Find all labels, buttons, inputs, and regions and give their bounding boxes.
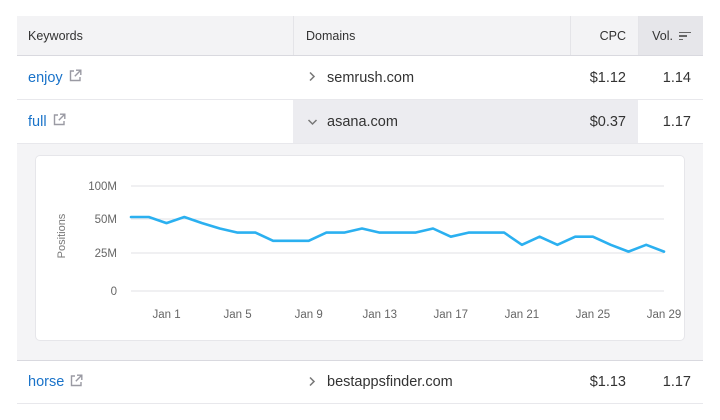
external-link-icon[interactable] (53, 113, 66, 130)
x-tick-label: Jan 17 (434, 309, 469, 321)
y-tick-label: 100M (88, 181, 117, 193)
cpc-value: $1.13 (589, 374, 626, 390)
header-vol-label: Vol. (652, 28, 673, 43)
keyword-link[interactable]: horse (28, 374, 64, 390)
cpc-cell: $1.12 (570, 56, 638, 99)
x-tick-label: Jan 13 (362, 309, 397, 321)
external-link-icon[interactable] (69, 69, 82, 86)
x-tick-label: Jan 21 (505, 309, 540, 321)
table-header: Keywords Domains CPC Vol. (17, 16, 703, 56)
y-tick-label: 25M (95, 248, 117, 260)
chevron-right-icon[interactable] (305, 375, 319, 390)
domain-cell[interactable]: bestappsfinder.com (293, 361, 570, 403)
keyword-link[interactable]: enjoy (28, 70, 63, 86)
x-tick-label: Jan 1 (152, 309, 180, 321)
domain-text: bestappsfinder.com (327, 374, 453, 390)
x-tick-label: Jan 9 (295, 309, 323, 321)
vol-cell: 1.17 (638, 361, 703, 403)
series-line (129, 215, 666, 253)
cpc-value: $1.12 (589, 69, 626, 86)
external-link-icon[interactable] (70, 374, 83, 391)
keyword-cell: enjoy (17, 56, 293, 99)
expanded-panel: 100M 50M 25M 0 Positions Jan 1 Jan 5 Jan 9 Jan 1… (17, 144, 703, 360)
table-row: horse bestappsfinder.com $1.13 1.17 (17, 360, 703, 404)
domain-cell[interactable]: semrush.com (293, 56, 570, 99)
vol-value: 1.17 (662, 113, 691, 130)
domain-cell[interactable]: asana.com (293, 100, 570, 143)
keyword-link[interactable]: full (28, 114, 47, 130)
table-row-expanded: full asana.com $0.37 1.17 (17, 100, 703, 144)
table-row: enjoy semrush.com $1.12 1.14 (17, 56, 703, 100)
header-cpc[interactable]: CPC (570, 16, 638, 55)
cpc-cell: $1.13 (570, 361, 638, 403)
x-tick-label: Jan 29 (647, 309, 682, 321)
cpc-value: $0.37 (589, 113, 626, 130)
header-cpc-label: CPC (599, 28, 626, 43)
vol-value: 1.17 (662, 374, 691, 390)
header-vol[interactable]: Vol. (638, 16, 703, 55)
positions-chart-card: 100M 50M 25M 0 Positions Jan 1 Jan 5 Jan 9 Jan 1… (36, 156, 684, 340)
header-keywords[interactable]: Keywords (17, 16, 293, 55)
vol-cell: 1.17 (638, 100, 703, 143)
sort-descending-icon[interactable] (679, 31, 691, 41)
domain-text: semrush.com (327, 69, 415, 86)
y-axis-title: Positions (56, 213, 68, 258)
keyword-cell: full (17, 100, 293, 143)
vol-cell: 1.14 (638, 56, 703, 99)
x-tick-label: Jan 5 (224, 309, 252, 321)
vol-value: 1.14 (662, 69, 691, 86)
header-domains-label: Domains (306, 28, 356, 43)
chevron-down-icon[interactable] (305, 114, 319, 129)
cpc-cell: $0.37 (570, 100, 638, 143)
y-tick-label: 50M (95, 214, 117, 226)
chevron-right-icon[interactable] (305, 70, 319, 85)
header-domains[interactable]: Domains (293, 16, 570, 55)
domain-text: asana.com (327, 113, 398, 130)
keyword-cell: horse (17, 361, 293, 403)
x-tick-label: Jan 25 (576, 309, 611, 321)
y-tick-label: 0 (111, 286, 117, 298)
header-keywords-label: Keywords (28, 28, 83, 43)
positions-line-chart: 100M 50M 25M 0 Positions Jan 1 Jan 5 Jan 9 Jan 1… (56, 181, 682, 321)
